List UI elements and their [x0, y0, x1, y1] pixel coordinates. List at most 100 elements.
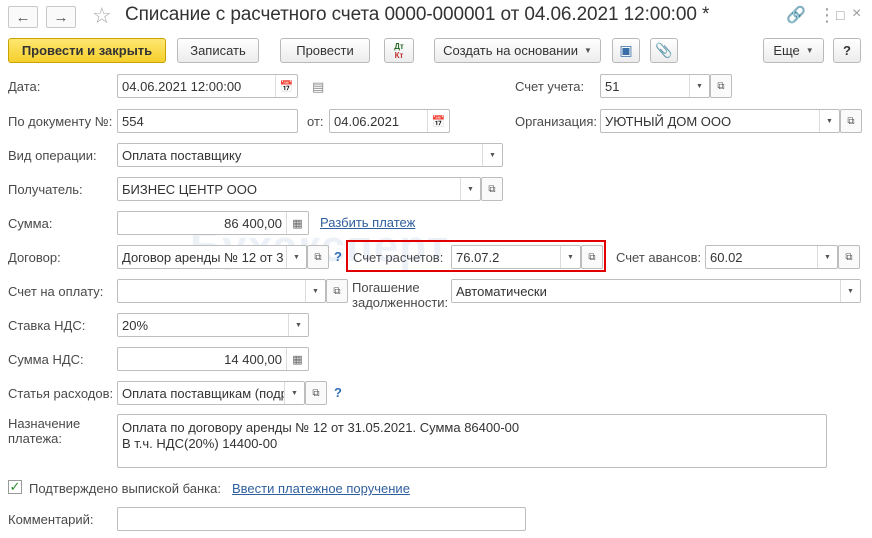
chevron-down-icon[interactable]: ▼ [286, 246, 306, 268]
split-payment-link[interactable]: Разбить платеж [320, 215, 415, 230]
account-open-button[interactable]: ⧉ [710, 74, 732, 98]
contract-value: Договор аренды № 12 от 3 [122, 249, 284, 265]
chevron-down-icon[interactable]: ▼ [560, 246, 580, 268]
repay-field[interactable]: Автоматически ▼ [451, 279, 861, 303]
repay-label: Погашение задолженности: [352, 280, 448, 310]
purpose-line-2: В т.ч. НДС(20%) 14400-00 [122, 436, 278, 451]
repay-label-line1: Погашение [352, 280, 420, 295]
settle-field[interactable]: 76.07.2 ▼ [451, 245, 581, 269]
chevron-down-icon: ▼ [583, 46, 592, 55]
doc-no-field[interactable]: 554 [117, 109, 298, 133]
enter-payment-order-link[interactable]: Ввести платежное поручение [232, 481, 410, 496]
comment-field[interactable] [117, 507, 526, 531]
org-field[interactable]: УЮТНЫЙ ДОМ ООО ▼ [600, 109, 840, 133]
dt-kt-icon-bottom: Кт [394, 50, 404, 60]
close-icon[interactable]: × [852, 5, 861, 23]
vat-sum-field[interactable]: 14 400,00 ▦ [117, 347, 309, 371]
vat-rate-label: Ставка НДС: [8, 318, 86, 333]
paperclip-icon: 📎 [655, 42, 673, 58]
chevron-down-icon[interactable]: ▼ [305, 280, 325, 302]
post-and-close-button[interactable]: Провести и закрыть [8, 38, 166, 63]
forward-button[interactable]: → [46, 6, 76, 28]
recipient-label: Получатель: [8, 182, 83, 197]
arrow-left-icon: ← [15, 8, 31, 26]
back-button[interactable]: ← [8, 6, 38, 28]
history-icon[interactable]: ▤ [312, 79, 324, 95]
contract-label: Договор: [8, 250, 61, 265]
confirmed-checkbox[interactable]: ✓ [8, 479, 22, 494]
org-label: Организация: [515, 114, 598, 129]
account-field[interactable]: 51 ▼ [600, 74, 710, 98]
create-based-on-button[interactable]: Создать на основании ▼ [434, 38, 601, 63]
date-field[interactable]: 04.06.2021 12:00:00 📅 [117, 74, 298, 98]
purpose-textarea[interactable]: Оплата по договору аренды № 12 от 31.05.… [117, 414, 827, 468]
account-value: 51 [605, 78, 620, 94]
advance-field[interactable]: 60.02 ▼ [705, 245, 838, 269]
more-label: Еще [773, 43, 800, 58]
org-value: УЮТНЫЙ ДОМ ООО [605, 113, 732, 129]
structure-icon: ▣ [619, 42, 633, 58]
invoice-open-button[interactable]: ⧉ [326, 279, 348, 303]
more-button[interactable]: Еще ▼ [763, 38, 824, 63]
expense-field[interactable]: Оплата поставщикам (подр ▼ [117, 381, 305, 405]
kebab-icon[interactable]: ⋮ [818, 5, 836, 26]
recipient-open-button[interactable]: ⧉ [481, 177, 503, 201]
open-icon: ⧉ [847, 115, 855, 127]
write-button[interactable]: Записать [177, 38, 259, 63]
dt-kt-button[interactable]: Дт Кт [384, 38, 414, 63]
favorite-star-icon[interactable]: ☆ [92, 3, 112, 29]
chevron-down-icon: ▼ [805, 46, 814, 55]
chevron-down-icon[interactable]: ▼ [482, 144, 502, 166]
vat-sum-label: Сумма НДС: [8, 352, 84, 367]
date-value: 04.06.2021 12:00:00 [122, 78, 242, 94]
calendar-icon[interactable]: 📅 [275, 75, 297, 97]
calculator-icon[interactable]: ▦ [286, 212, 308, 234]
arrow-right-icon: → [53, 8, 69, 26]
advance-open-button[interactable]: ⧉ [838, 245, 860, 269]
purpose-line-1: Оплата по договору аренды № 12 от 31.05.… [122, 420, 520, 435]
contract-help-icon[interactable]: ? [334, 249, 342, 264]
settle-open-button[interactable]: ⧉ [581, 245, 603, 269]
link-icon[interactable]: 🔗 [786, 5, 806, 25]
vat-rate-value: 20% [122, 317, 149, 333]
open-icon: ⧉ [333, 285, 341, 297]
invoice-field[interactable]: ▼ [117, 279, 326, 303]
attach-button[interactable]: 📎 [650, 38, 678, 63]
contract-field[interactable]: Договор аренды № 12 от 3 ▼ [117, 245, 307, 269]
open-icon: ⧉ [314, 251, 322, 263]
sum-field[interactable]: 86 400,00 ▦ [117, 211, 309, 235]
chevron-down-icon[interactable]: ▼ [817, 246, 837, 268]
account-label: Счет учета: [515, 79, 585, 94]
chevron-down-icon[interactable]: ▼ [840, 280, 860, 302]
open-icon: ⧉ [717, 80, 725, 92]
org-open-button[interactable]: ⧉ [840, 109, 862, 133]
help-button[interactable]: ? [833, 38, 861, 63]
invoice-label: Счет на оплату: [8, 284, 104, 299]
chevron-down-icon[interactable]: ▼ [689, 75, 709, 97]
recipient-field[interactable]: БИЗНЕС ЦЕНТР ООО ▼ [117, 177, 481, 201]
structure-button[interactable]: ▣ [612, 38, 640, 63]
repay-value: Автоматически [456, 283, 547, 299]
settle-label: Счет расчетов: [353, 250, 444, 265]
contract-open-button[interactable]: ⧉ [307, 245, 329, 269]
expense-open-button[interactable]: ⧉ [305, 381, 327, 405]
purpose-label-line2: платежа: [8, 431, 62, 446]
chevron-down-icon[interactable]: ▼ [288, 314, 308, 336]
settle-value: 76.07.2 [456, 249, 500, 265]
maximize-icon[interactable]: □ [836, 7, 844, 23]
from-date-field[interactable]: 04.06.2021 📅 [329, 109, 450, 133]
purpose-label: Назначение платежа: [8, 416, 80, 446]
chevron-down-icon[interactable]: ▼ [819, 110, 839, 132]
vat-rate-field[interactable]: 20% ▼ [117, 313, 309, 337]
op-type-field[interactable]: Оплата поставщику ▼ [117, 143, 503, 167]
expense-value: Оплата поставщикам (подр [122, 385, 284, 401]
dt-kt-icon-top: Дт [394, 41, 404, 51]
calendar-icon[interactable]: 📅 [427, 110, 449, 132]
post-button[interactable]: Провести [280, 38, 370, 63]
purpose-label-line1: Назначение [8, 416, 81, 431]
expense-label: Статья расходов: [8, 386, 114, 401]
chevron-down-icon[interactable]: ▼ [460, 178, 480, 200]
expense-help-icon[interactable]: ? [334, 385, 342, 400]
calculator-icon[interactable]: ▦ [286, 348, 308, 370]
chevron-down-icon[interactable]: ▼ [284, 382, 304, 404]
